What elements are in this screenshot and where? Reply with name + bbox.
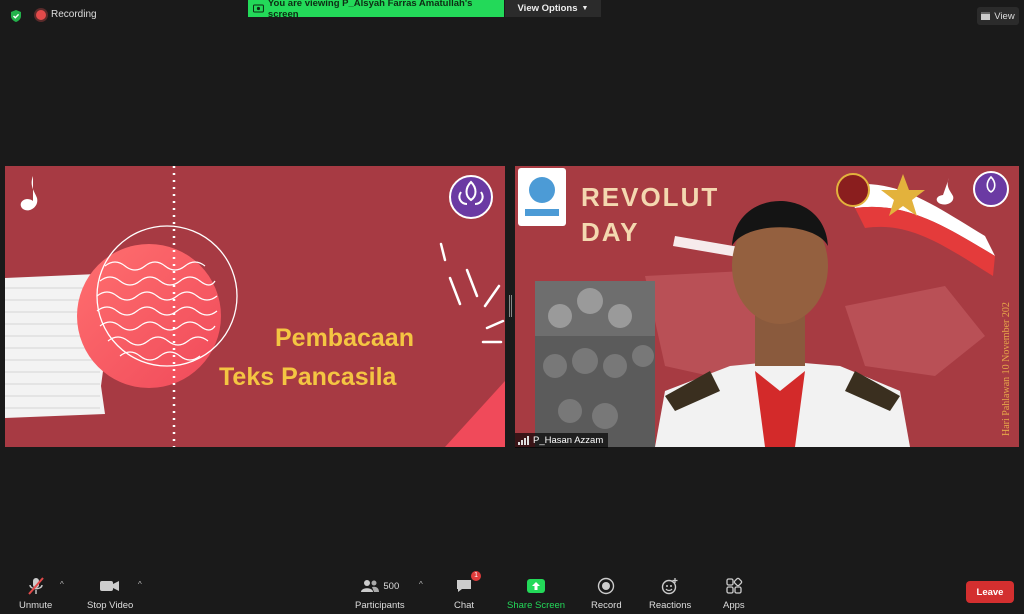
tile-resize-handle[interactable] bbox=[508, 295, 512, 317]
view-options-button[interactable]: View Options ▼ bbox=[505, 0, 601, 17]
audio-options-chevron-icon[interactable]: ^ bbox=[60, 580, 64, 589]
viewer-icon bbox=[253, 4, 264, 12]
participants-icon bbox=[361, 580, 380, 592]
record-button[interactable]: Record bbox=[591, 576, 622, 611]
grid-view-icon bbox=[981, 12, 991, 20]
shared-screen-tile[interactable]: Pembacaan Teks Pancasila bbox=[5, 166, 505, 447]
apps-icon bbox=[726, 577, 743, 594]
participants-label: Participants bbox=[355, 600, 405, 611]
view-label: View bbox=[994, 10, 1015, 22]
share-screen-label: Share Screen bbox=[507, 600, 566, 611]
record-icon bbox=[598, 577, 615, 595]
stop-video-label: Stop Video bbox=[87, 600, 134, 611]
chat-icon bbox=[457, 580, 472, 592]
unmute-label: Unmute bbox=[19, 600, 53, 611]
video-options-chevron-icon[interactable]: ^ bbox=[138, 580, 142, 589]
participants-count: 500 bbox=[383, 580, 400, 592]
participant-video-tile[interactable]: REVOLUT DAY Hari Pahlawan 10 November 20… bbox=[515, 166, 1019, 447]
video-bg-title-line1: REVOLUT bbox=[581, 182, 719, 212]
view-button[interactable]: View bbox=[977, 7, 1019, 25]
chat-button[interactable]: 1 Chat bbox=[454, 571, 482, 611]
reactions-icon bbox=[661, 578, 678, 595]
apps-label: Apps bbox=[723, 600, 745, 611]
slide-canvas: Pembacaan Teks Pancasila bbox=[5, 166, 505, 447]
participants-options-chevron-icon[interactable]: ^ bbox=[419, 580, 423, 589]
screen-share-banner: You are viewing P_Alsyah Farras Amatulla… bbox=[248, 0, 504, 20]
view-options-label: View Options bbox=[517, 3, 578, 14]
record-label: Record bbox=[591, 600, 622, 611]
reactions-button[interactable]: Reactions bbox=[649, 576, 691, 611]
reactions-label: Reactions bbox=[649, 600, 692, 611]
camera-icon bbox=[100, 581, 120, 591]
recording-indicator[interactable]: Recording bbox=[36, 9, 97, 20]
share-screen-button[interactable]: Share Screen bbox=[507, 576, 565, 611]
leave-label: Leave bbox=[976, 586, 1004, 598]
stop-video-button[interactable]: Stop Video bbox=[87, 576, 133, 611]
record-dot-icon bbox=[36, 9, 46, 20]
participant-name: P_Hasan Azzam bbox=[533, 435, 604, 446]
apps-button[interactable]: Apps bbox=[723, 576, 745, 611]
leave-button[interactable]: Leave bbox=[966, 581, 1014, 603]
video-frame: REVOLUT DAY Hari Pahlawan 10 November 20… bbox=[518, 168, 1012, 447]
meeting-top-bar: Recording You are viewing P_Alsyah Farra… bbox=[0, 0, 1024, 32]
participant-name-tag: P_Hasan Azzam bbox=[515, 433, 609, 448]
chat-unread-badge: 1 bbox=[471, 571, 482, 581]
unmute-button[interactable]: Unmute bbox=[19, 576, 52, 611]
participants-button[interactable]: 500 Participants bbox=[355, 576, 405, 611]
muted-mic-icon bbox=[27, 577, 44, 595]
recording-label: Recording bbox=[51, 9, 97, 20]
meeting-toolbar: Unmute ^ Stop Video ^ 500 Participants ^ bbox=[0, 566, 1024, 614]
chat-label: Chat bbox=[454, 600, 475, 611]
banner-text: You are viewing P_Alsyah Farras Amatulla… bbox=[267, 0, 473, 20]
slide-title-line1: Pembacaan bbox=[275, 324, 414, 352]
video-bg-side-text: Hari Pahlawan 10 November 202 bbox=[1001, 302, 1012, 436]
video-bg-title-line2: DAY bbox=[581, 217, 640, 247]
signal-icon bbox=[518, 436, 529, 445]
shield-icon[interactable] bbox=[9, 9, 23, 23]
share-arrow-icon bbox=[527, 579, 546, 593]
slide-title-line2: Teks Pancasila bbox=[219, 363, 398, 391]
chevron-down-icon: ▼ bbox=[581, 5, 589, 12]
